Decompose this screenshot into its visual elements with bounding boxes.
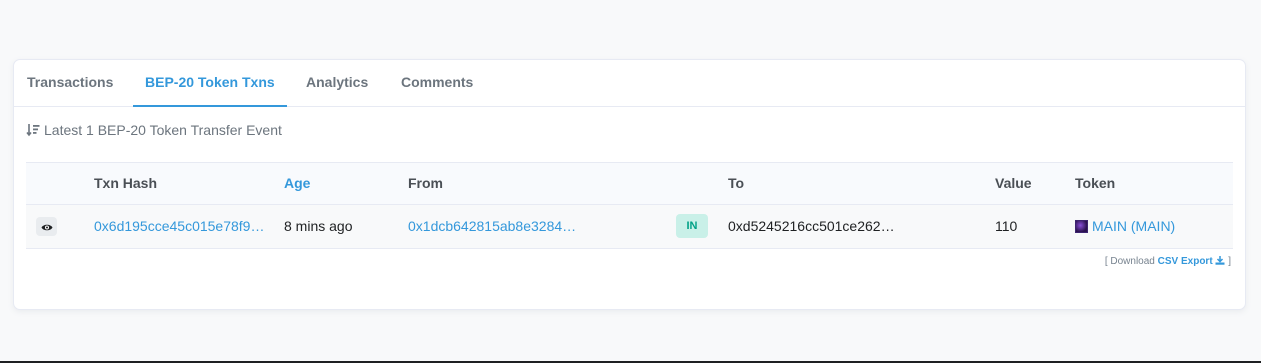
from-address-link[interactable]: 0x1dcb642815ab8e3284…	[408, 205, 578, 247]
tab-comments[interactable]: Comments	[401, 60, 473, 107]
tab-bep20-token-txns[interactable]: BEP-20 Token Txns	[133, 60, 287, 107]
tab-bar: Transactions BEP-20 Token Txns Analytics…	[14, 60, 1245, 107]
sort-amount-down-icon	[26, 123, 40, 137]
token-link[interactable]: MAIN (MAIN)	[1075, 205, 1175, 247]
csv-export-link[interactable]: CSV Export	[1158, 256, 1229, 267]
view-details-button[interactable]	[36, 217, 57, 236]
table-header: Txn Hash Age From To Value Token	[26, 162, 1233, 205]
header-value: Value	[995, 175, 1032, 191]
token-transfers-card: Transactions BEP-20 Token Txns Analytics…	[13, 59, 1246, 310]
download-icon	[1215, 256, 1228, 267]
main-token-icon	[1075, 220, 1088, 233]
download-suffix: ]	[1228, 256, 1231, 267]
download-prefix: [ Download	[1104, 256, 1158, 267]
eye-icon	[41, 219, 53, 235]
age-cell: 8 mins ago	[284, 218, 353, 234]
to-address-cell: 0xd5245216cc501ce262…	[728, 218, 895, 234]
download-csv: [ Download CSV Export ]	[1105, 256, 1231, 267]
header-from: From	[408, 175, 443, 191]
token-name: MAIN (MAIN)	[1092, 218, 1176, 234]
header-txn-hash: Txn Hash	[94, 175, 158, 191]
csv-export-label: CSV Export	[1157, 256, 1213, 267]
direction-badge: IN	[676, 214, 708, 238]
table-row: 0x6d195cce45c015e78f9… 8 mins ago 0x1dcb…	[26, 205, 1233, 249]
token-transfers-table: Txn Hash Age From To Value Token 0x6d195…	[26, 162, 1233, 249]
tab-analytics[interactable]: Analytics	[306, 60, 368, 107]
txn-hash-link[interactable]: 0x6d195cce45c015e78f9…	[94, 205, 269, 247]
tab-transactions[interactable]: Transactions	[27, 60, 113, 107]
header-age[interactable]: Age	[284, 163, 310, 204]
header-to: To	[728, 175, 745, 191]
value-cell: 110	[995, 218, 1018, 234]
summary-text: Latest 1 BEP-20 Token Transfer Event	[44, 122, 282, 138]
header-token: Token	[1075, 175, 1116, 191]
transfer-summary: Latest 1 BEP-20 Token Transfer Event	[26, 122, 282, 138]
